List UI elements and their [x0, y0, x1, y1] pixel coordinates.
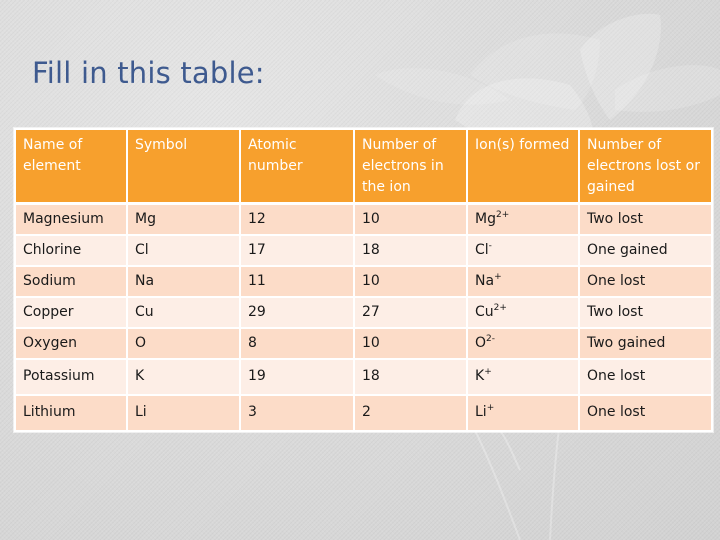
ion-charge: 2- [486, 334, 496, 344]
cell-ion-formed: Li+ [466, 394, 580, 432]
cell-ion-formed: O2- [466, 327, 580, 360]
cell-symbol: Cl [126, 234, 241, 267]
cell-symbol: O [126, 327, 241, 360]
cell-atomic-number: 12 [239, 202, 355, 236]
table-row: Oxygen O 8 10 O2- Two gained [14, 327, 713, 360]
ion-charge: - [488, 241, 492, 251]
cell-electrons-in-ion: 10 [353, 202, 468, 236]
ion-base: Cl [475, 242, 489, 258]
cell-atomic-number: 11 [239, 265, 355, 298]
header-ions-formed: Ion(s) formed [466, 128, 580, 205]
cell-atomic-number: 17 [239, 234, 355, 267]
ion-charge: + [484, 367, 492, 377]
cell-electron-change: One gained [578, 234, 713, 267]
cell-atomic-number: 29 [239, 296, 355, 329]
ion-base: Li [475, 404, 487, 420]
cell-electron-change: Two gained [578, 327, 713, 360]
ion-base: Cu [475, 304, 494, 320]
table-row: Lithium Li 3 2 Li+ One lost [14, 394, 713, 432]
cell-element-name: Potassium [14, 358, 128, 396]
cell-electron-change: One lost [578, 358, 713, 396]
table-row: Chlorine Cl 17 18 Cl- One gained [14, 234, 713, 267]
cell-electrons-in-ion: 2 [353, 394, 468, 432]
cell-element-name: Copper [14, 296, 128, 329]
ion-base: O [475, 335, 487, 351]
cell-ion-formed: Mg2+ [466, 202, 580, 236]
ion-base: Na [475, 273, 495, 289]
cell-symbol: Na [126, 265, 241, 298]
table-row: Potassium K 19 18 K+ One lost [14, 358, 713, 396]
cell-electron-change: Two lost [578, 202, 713, 236]
cell-symbol: Li [126, 394, 241, 432]
ion-charge: + [494, 272, 502, 282]
header-name-of-element: Name of element [14, 128, 128, 205]
slide-title: Fill in this table: [32, 56, 265, 90]
header-electrons-in-ion: Number of electrons in the ion [353, 128, 468, 205]
cell-electron-change: Two lost [578, 296, 713, 329]
table-row: Magnesium Mg 12 10 Mg2+ Two lost [14, 202, 713, 236]
cell-atomic-number: 3 [239, 394, 355, 432]
cell-electron-change: One lost [578, 394, 713, 432]
ion-charge: + [486, 403, 495, 413]
table-row: Sodium Na 11 10 Na+ One lost [14, 265, 713, 298]
cell-electrons-in-ion: 10 [353, 265, 468, 298]
cell-ion-formed: Cu2+ [466, 296, 580, 329]
ion-charge: 2+ [495, 210, 510, 220]
cell-symbol: Mg [126, 202, 241, 236]
cell-electrons-in-ion: 10 [353, 327, 468, 360]
header-electrons-lost-gained: Number of electrons lost or gained [578, 128, 713, 205]
ion-base: Mg [475, 211, 496, 227]
cell-electron-change: One lost [578, 265, 713, 298]
table-row: Copper Cu 29 27 Cu2+ Two lost [14, 296, 713, 329]
cell-electrons-in-ion: 27 [353, 296, 468, 329]
cell-element-name: Chlorine [14, 234, 128, 267]
cell-symbol: Cu [126, 296, 241, 329]
cell-element-name: Lithium [14, 394, 128, 432]
ion-table: Name of element Symbol Atomic number Num… [14, 128, 713, 432]
cell-atomic-number: 8 [239, 327, 355, 360]
cell-element-name: Magnesium [14, 202, 128, 236]
cell-electrons-in-ion: 18 [353, 358, 468, 396]
header-symbol: Symbol [126, 128, 241, 205]
cell-electrons-in-ion: 18 [353, 234, 468, 267]
ion-charge: 2+ [493, 303, 507, 313]
cell-ion-formed: K+ [466, 358, 580, 396]
cell-element-name: Sodium [14, 265, 128, 298]
cell-atomic-number: 19 [239, 358, 355, 396]
cell-symbol: K [126, 358, 241, 396]
table-header-row: Name of element Symbol Atomic number Num… [14, 128, 713, 205]
ion-base: K [475, 368, 485, 384]
header-atomic-number: Atomic number [239, 128, 355, 205]
cell-element-name: Oxygen [14, 327, 128, 360]
cell-ion-formed: Cl- [466, 234, 580, 267]
cell-ion-formed: Na+ [466, 265, 580, 298]
